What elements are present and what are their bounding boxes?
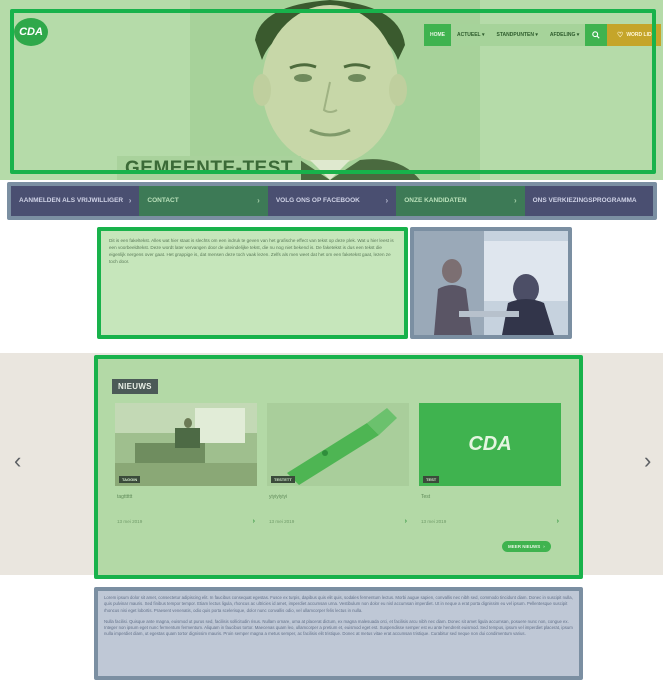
- quicklink-facebook[interactable]: VOLG ONS OP FACEBOOK ›: [267, 186, 397, 216]
- news-tag: TESTETT: [271, 476, 295, 483]
- chevron-right-icon: ›: [128, 195, 132, 205]
- intro-text-block: Dit is een fakeltekst. Alles wat hier st…: [97, 227, 408, 339]
- quicklink-contact[interactable]: CONTACT ›: [139, 186, 268, 216]
- word-lid-label: WORD LID: [626, 32, 652, 38]
- body-paragraph: Lorem ipsum dolor sit amet, consectetur …: [104, 595, 573, 613]
- nav-actueel-label: ACTUEEL: [457, 32, 481, 38]
- hero-banner: CDA HOME ACTUEEL ▾ STANDPUNTEN ▾ AFDELIN…: [0, 0, 663, 180]
- search-button[interactable]: [585, 24, 608, 46]
- office-photo-image: [115, 403, 257, 486]
- chevron-right-icon: ›: [543, 544, 545, 549]
- news-meta: 13 mei 2019 ›: [421, 518, 559, 525]
- news-meta: 13 mei 2019 ›: [117, 518, 255, 525]
- body-text-block: Lorem ipsum dolor sit amet, consectetur …: [94, 587, 583, 680]
- news-thumbnail: TAGGIN: [115, 403, 257, 486]
- intro-paragraph: Dit is een fakeltekst. Alles wat hier st…: [109, 238, 394, 264]
- quicklink-kandidaten[interactable]: ONZE KANDIDATEN ›: [396, 186, 525, 216]
- news-thumbnail: CDA TEST: [419, 403, 561, 486]
- chevron-right-icon[interactable]: ›: [253, 518, 255, 525]
- chevron-right-icon: ›: [513, 195, 517, 205]
- news-card[interactable]: TESTETT yiyiyiyiyi 13 mei 2019 ›: [267, 403, 409, 531]
- quicklink-label: CONTACT: [147, 196, 179, 204]
- more-news-button[interactable]: MEER NIEUWS ›: [502, 541, 551, 552]
- quicklink-label: ONS VERKIEZINGSPROGRAMMA: [532, 196, 637, 204]
- news-date: 13 mei 2019: [421, 519, 447, 524]
- nav-afdeling[interactable]: AFDELING ▾: [543, 24, 586, 46]
- quick-links-bar: AANMELDEN ALS VRIJWILLIGER › CONTACT › V…: [7, 182, 657, 220]
- search-icon: [592, 31, 600, 39]
- chevron-down-icon: ▾: [480, 32, 485, 38]
- chevron-right-icon: ›: [385, 195, 389, 205]
- chevron-down-icon: ▾: [533, 32, 538, 38]
- nav-actueel[interactable]: ACTUEEL ▾: [451, 24, 491, 46]
- body-paragraph: Nulla facilisi. Quisque ante magna, euis…: [104, 618, 573, 637]
- news-title: tagtttttt: [117, 494, 133, 500]
- main-navigation: HOME ACTUEEL ▾ STANDPUNTEN ▾ AFDELING ▾: [424, 24, 662, 46]
- news-heading: NIEUWS: [112, 379, 158, 394]
- news-section: NIEUWS TAGGIN tagtttttt 13 mei 2019 › TE…: [94, 355, 583, 579]
- pen-photo-image: [267, 403, 409, 486]
- quicklink-label: AANMELDEN ALS VRIJWILLIGER: [19, 196, 124, 204]
- chevron-down-icon: ▾: [575, 32, 580, 38]
- cda-logo[interactable]: CDA: [14, 18, 48, 46]
- page: CDA HOME ACTUEEL ▾ STANDPUNTEN ▾ AFDELIN…: [0, 0, 663, 688]
- news-title: Test: [421, 494, 431, 500]
- nav-standpunten-label: STANDPUNTEN: [496, 32, 534, 38]
- cda-logo: CDA: [468, 433, 512, 455]
- intro-photo: [410, 227, 572, 339]
- news-card[interactable]: CDA TEST Test 13 mei 2019 ›: [419, 403, 561, 531]
- nav-standpunten[interactable]: STANDPUNTEN ▾: [490, 24, 544, 46]
- news-meta: 13 mei 2019 ›: [269, 518, 407, 525]
- quicklink-vrijwilliger[interactable]: AANMELDEN ALS VRIJWILLIGER ›: [11, 186, 140, 216]
- quicklink-label: ONZE KANDIDATEN: [404, 196, 467, 204]
- news-date: 13 mei 2019: [117, 519, 143, 524]
- chevron-right-icon: ›: [257, 195, 260, 205]
- page-title: GEMEENTE-TEST: [117, 156, 302, 180]
- news-title: yiyiyiyiyi: [269, 494, 288, 500]
- news-tag: TEST: [423, 476, 440, 483]
- news-tag: TAGGIN: [119, 476, 141, 483]
- chevron-left-icon[interactable]: ‹: [14, 450, 28, 472]
- chevron-right-icon[interactable]: ›: [557, 518, 559, 525]
- chevron-right-icon[interactable]: ›: [405, 518, 407, 525]
- news-date: 13 mei 2019: [269, 519, 295, 524]
- word-lid-button[interactable]: ♡ WORD LID: [607, 24, 662, 46]
- news-thumbnail: TESTETT: [267, 403, 409, 486]
- chevron-right-icon[interactable]: ›: [644, 450, 658, 472]
- quicklink-label: VOLG ONS OP FACEBOOK: [275, 196, 360, 204]
- news-card[interactable]: TAGGIN tagtttttt 13 mei 2019 ›: [115, 403, 257, 531]
- nav-afdeling-label: AFDELING: [549, 32, 576, 38]
- quicklink-programma[interactable]: ONS VERKIEZINGSPROGRAMMA: [524, 186, 653, 216]
- heart-icon: ♡: [617, 32, 624, 39]
- nav-home[interactable]: HOME: [424, 24, 451, 46]
- more-news-label: MEER NIEUWS: [508, 544, 541, 549]
- meeting-photo-image: [414, 231, 568, 335]
